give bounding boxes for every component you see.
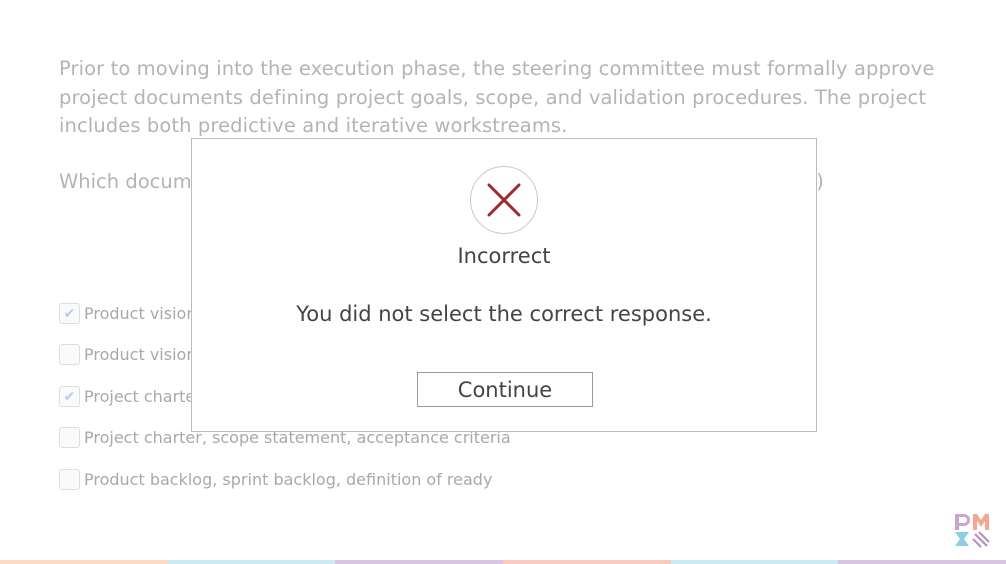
- option-3[interactable]: ✔ Project charte: [59, 386, 195, 407]
- option-5[interactable]: Product backlog, sprint backlog, definit…: [59, 469, 492, 490]
- feedback-message: You did not select the correct response.: [296, 302, 712, 326]
- question-scenario: Prior to moving into the execution phase…: [59, 57, 935, 137]
- continue-button[interactable]: Continue: [417, 372, 593, 407]
- feedback-dialog: Incorrect You did not select the correct…: [191, 138, 817, 432]
- x-mark-icon: [487, 183, 521, 217]
- option-1[interactable]: ✔ Product vision: [59, 303, 196, 324]
- checkbox-icon[interactable]: [59, 469, 80, 490]
- option-2[interactable]: Product vision: [59, 344, 196, 365]
- checkbox-checked-icon[interactable]: ✔: [59, 303, 80, 324]
- footer-segment: [335, 560, 504, 564]
- option-label: Product backlog, sprint backlog, definit…: [84, 470, 493, 489]
- checkbox-icon[interactable]: [59, 344, 80, 365]
- pmi-logo: [955, 514, 990, 548]
- footer-segment: [167, 560, 336, 564]
- checkbox-icon[interactable]: [59, 427, 80, 448]
- footer-segment: [503, 560, 671, 564]
- checkbox-checked-icon[interactable]: ✔: [59, 386, 80, 407]
- option-label: Project charte: [84, 387, 196, 406]
- footer-segment: [0, 560, 168, 564]
- option-label: Product vision: [84, 304, 197, 323]
- footer-color-bar: [0, 560, 1006, 564]
- footer-segment: [838, 560, 1006, 564]
- option-label: Product vision: [84, 345, 197, 364]
- status-icon-circle: [470, 166, 538, 234]
- feedback-title: Incorrect: [457, 244, 551, 268]
- footer-segment: [670, 560, 839, 564]
